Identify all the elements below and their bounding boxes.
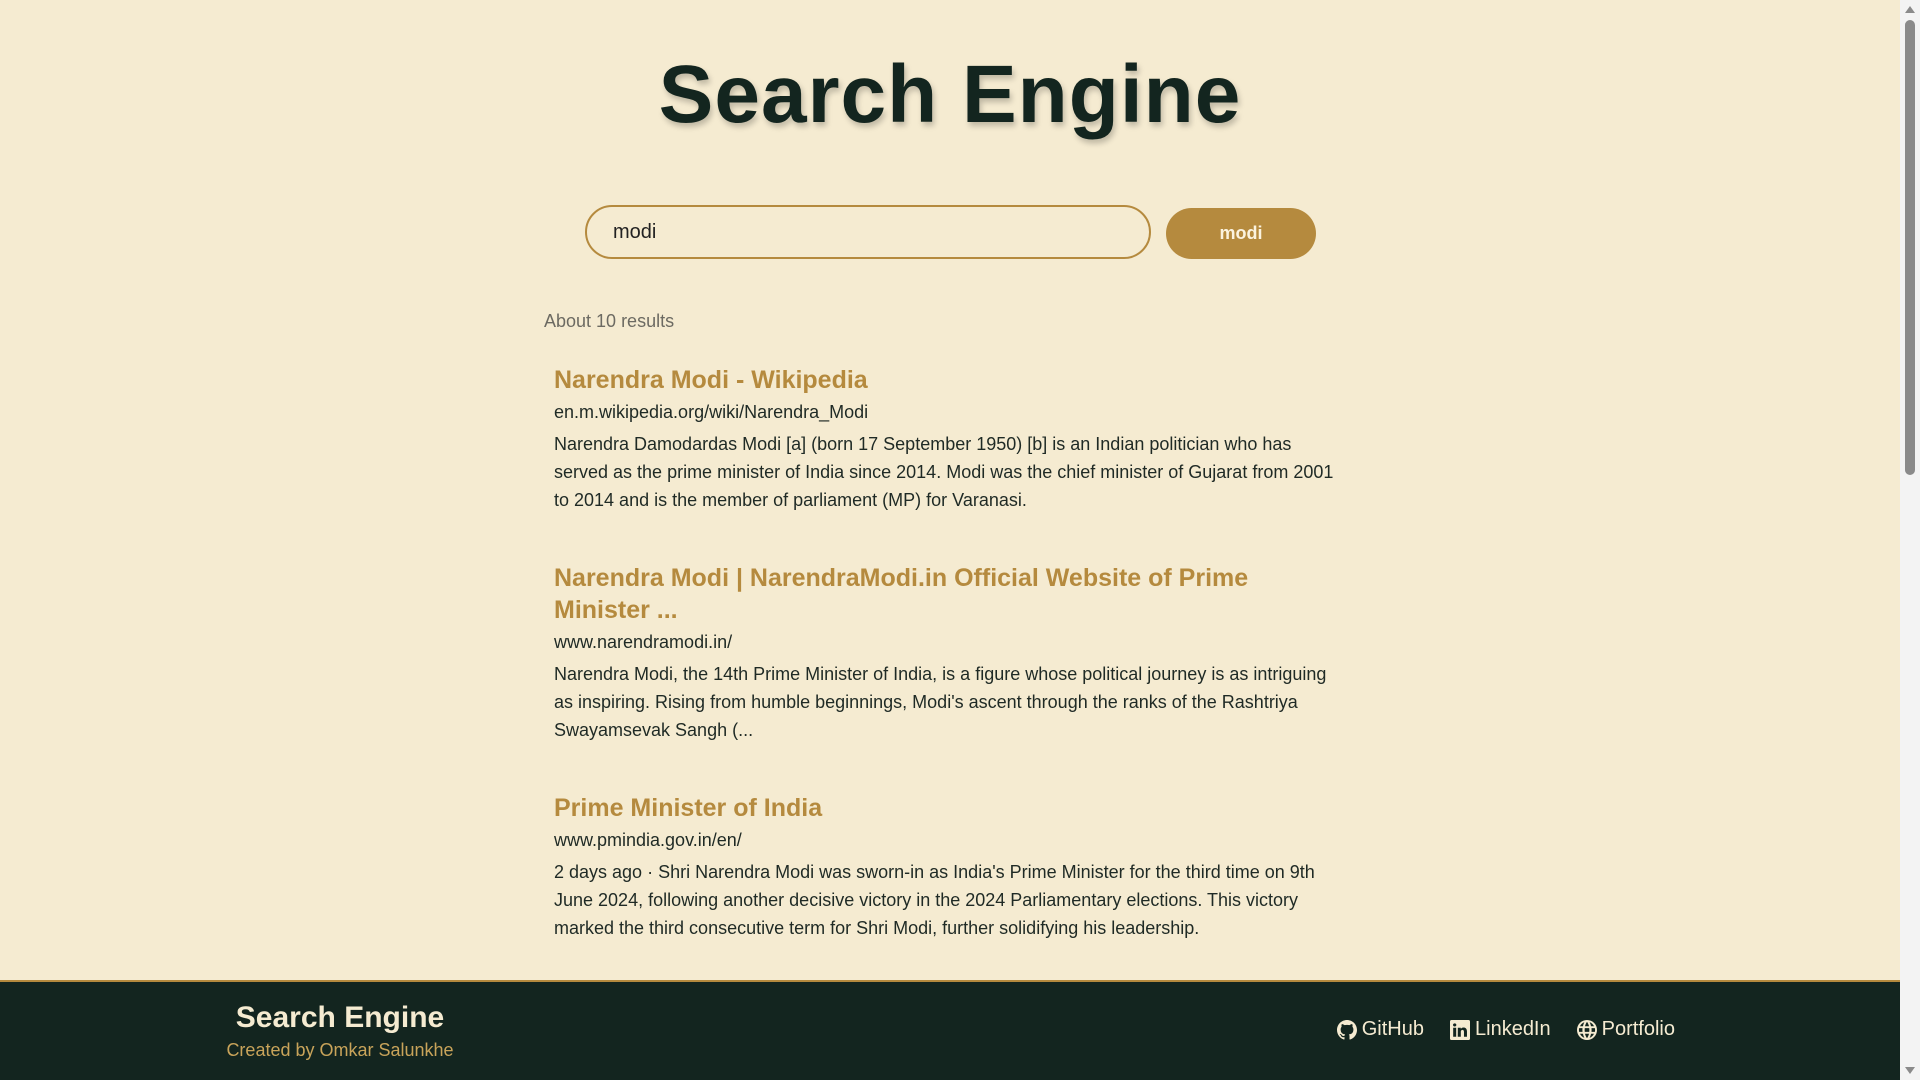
footer-brand: Search Engine Created by Omkar Salunkhe bbox=[225, 1000, 455, 1062]
result-title-link[interactable]: Narendra Modi - Wikipedia bbox=[554, 364, 1344, 396]
page-scrollbar[interactable] bbox=[1900, 0, 1920, 1080]
linkedin-link-label: LinkedIn bbox=[1475, 1018, 1551, 1040]
scroll-down-arrow-icon[interactable] bbox=[1905, 1067, 1915, 1074]
result-title-link[interactable]: Prime Minister of India bbox=[554, 792, 1344, 824]
linkedin-icon bbox=[1450, 1019, 1470, 1040]
page: Search Engine modi About 10 results Nare… bbox=[0, 0, 1920, 1080]
search-result: Prime Minister of India www.pmindia.gov.… bbox=[554, 792, 1344, 942]
github-link-label: GitHub bbox=[1361, 1018, 1424, 1040]
github-icon bbox=[1336, 1019, 1357, 1040]
result-snippet: Narendra Modi, the 14th Prime Minister o… bbox=[554, 664, 1327, 740]
result-url: www.narendramodi.in/ bbox=[554, 632, 733, 652]
footer-links: GitHub LinkedIn Portfolio bbox=[1336, 1018, 1675, 1041]
footer-title: Search Engine bbox=[235, 1001, 445, 1034]
scroll-up-arrow-icon[interactable] bbox=[1905, 6, 1915, 13]
github-link[interactable]: GitHub bbox=[1336, 1018, 1424, 1041]
footer-credit: Created by Omkar Salunkhe bbox=[226, 1040, 454, 1060]
scroll-thumb[interactable] bbox=[1905, 20, 1915, 475]
result-url: www.pmindia.gov.in/en/ bbox=[554, 830, 742, 850]
search-result: Narendra Modi - Wikipedia en.m.wikipedia… bbox=[554, 364, 1344, 514]
linkedin-link[interactable]: LinkedIn bbox=[1450, 1018, 1551, 1041]
main-content: Search Engine modi About 10 results Nare… bbox=[0, 0, 1900, 980]
result-snippet: Narendra Damodardas Modi [a] (born 17 Se… bbox=[554, 434, 1334, 510]
results-count: About 10 results bbox=[544, 311, 675, 331]
portfolio-link-label: Portfolio bbox=[1601, 1018, 1675, 1040]
results-list: Narendra Modi - Wikipedia en.m.wikipedia… bbox=[554, 364, 1344, 980]
portfolio-link[interactable]: Portfolio bbox=[1576, 1018, 1675, 1041]
search-result: Narendra Modi | NarendraModi.in Official… bbox=[554, 562, 1344, 744]
globe-icon bbox=[1576, 1019, 1597, 1040]
result-url: en.m.wikipedia.org/wiki/Narendra_Modi bbox=[554, 402, 869, 422]
result-title-link[interactable]: Narendra Modi | NarendraModi.in Official… bbox=[554, 562, 1344, 626]
search-input[interactable] bbox=[585, 205, 1151, 259]
result-snippet: 2 days ago · Shri Narendra Modi was swor… bbox=[554, 862, 1315, 938]
search-button[interactable]: modi bbox=[1166, 208, 1316, 259]
footer: Search Engine Created by Omkar Salunkhe … bbox=[0, 980, 1900, 1080]
page-title: Search Engine bbox=[658, 49, 1242, 140]
